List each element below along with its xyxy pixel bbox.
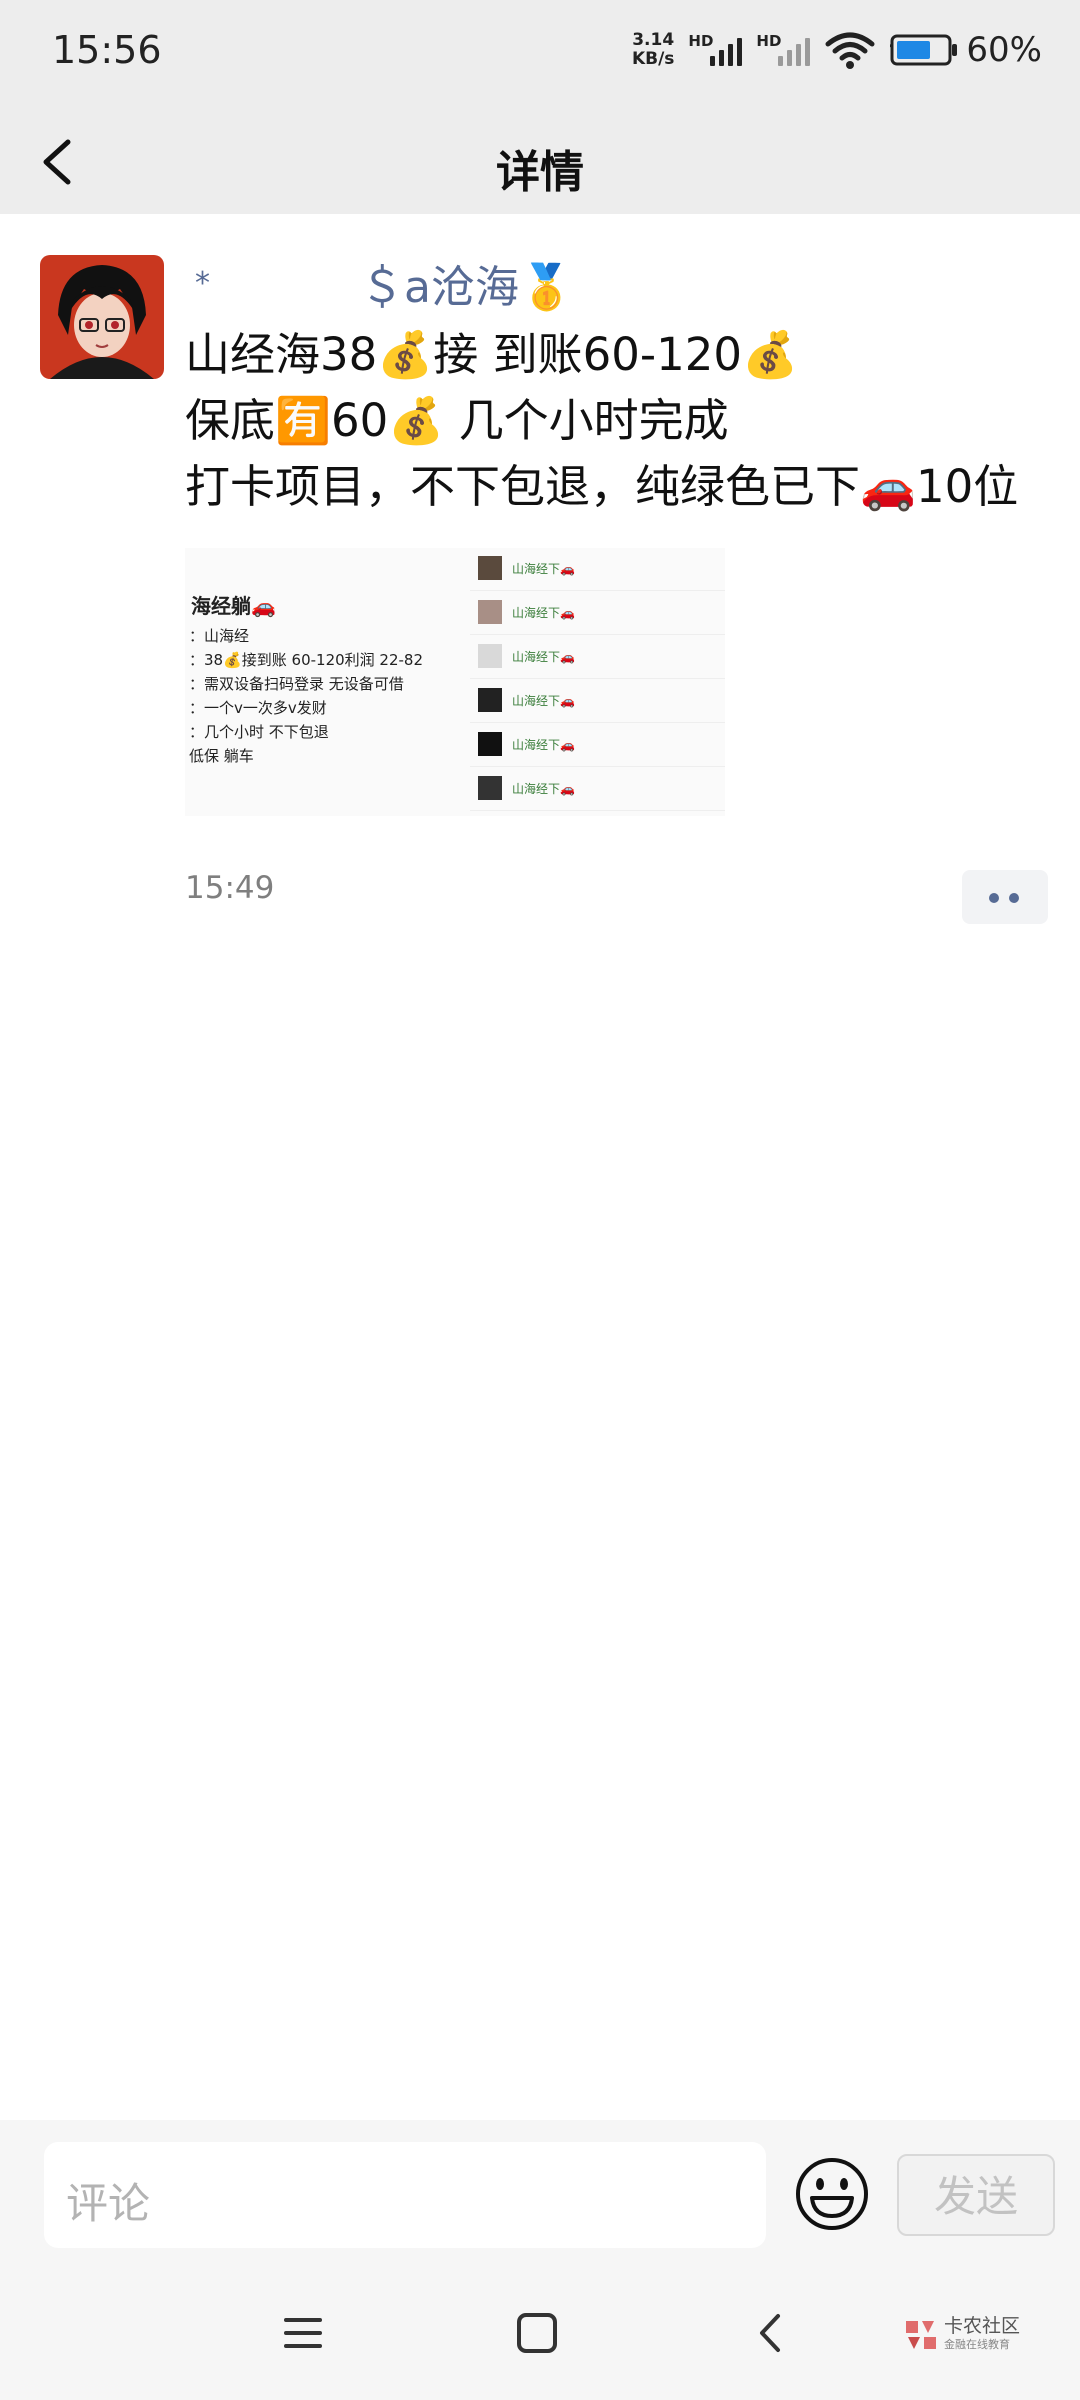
signal-1-icon: HD [688, 30, 743, 70]
image-row: ：38💰接到账 60-120利润 22-82 [189, 651, 424, 669]
image-text-panel: 海经躺🚗 ：山海经 ：38💰接到账 60-120利润 22-82 ：需双设备扫码… [185, 548, 455, 816]
menu-icon [284, 2318, 322, 2348]
more-dot-icon [989, 893, 999, 903]
chat-thumb [478, 732, 502, 756]
page-title: 详情 [496, 147, 584, 198]
chat-thumb [478, 688, 502, 712]
chat-thumb [478, 600, 502, 624]
network-speed-value: 3.14 [632, 30, 675, 50]
chat-label: 山海经下🚗 [512, 694, 575, 708]
post-image[interactable]: 海经躺🚗 ：山海经 ：38💰接到账 60-120利润 22-82 ：需双设备扫码… [185, 548, 725, 816]
send-button[interactable]: 发送 [897, 2154, 1055, 2236]
wifi-icon [825, 32, 875, 69]
watermark-text: 卡农社区 [944, 2315, 1021, 2337]
comment-input[interactable]: 评论 [44, 2142, 766, 2248]
watermark-logo-icon [906, 2321, 936, 2349]
more-dot-icon [1009, 893, 1019, 903]
status-bar: 15:56 3.14 KB/s HD HD 60% [0, 0, 1080, 110]
author-name[interactable]: * ＄a沧海🥇 [185, 255, 574, 313]
avatar[interactable] [40, 255, 164, 379]
image-rows: ：山海经 ：38💰接到账 60-120利润 22-82 ：需双设备扫码登录 无设… [189, 624, 423, 768]
image-title: 海经躺🚗 [191, 594, 276, 618]
post-line-1: 山经海38💰接 到账60-120💰 [185, 328, 799, 381]
anime-avatar-icon [40, 255, 164, 379]
post-line-2: 保底🈶60💰 几个小时完成 [185, 394, 729, 447]
chat-item: 山海经下🚗 [470, 682, 725, 723]
comment-placeholder: 评论 [66, 2179, 151, 2228]
post-time: 15:49 [185, 870, 275, 906]
image-chat-panel: 山海经下🚗 山海经下🚗 山海经下🚗 山海经下🚗 山海经下🚗 山海经下🚗 [470, 548, 725, 816]
network-speed-unit: KB/s [631, 49, 675, 69]
watermark: 卡农社区 金融在线教育 [902, 2315, 1020, 2353]
status-time: 15:56 [52, 28, 162, 72]
smiley-icon [796, 2158, 868, 2230]
chat-label: 山海经下🚗 [512, 606, 575, 620]
chat-item: 山海经下🚗 [470, 726, 725, 767]
image-row: ：需双设备扫码登录 无设备可借 [189, 675, 404, 693]
chat-label: 山海经下🚗 [512, 562, 575, 576]
chat-item: 山海经下🚗 [470, 638, 725, 679]
watermark-sub: 金融在线教育 [944, 2338, 1010, 2351]
emoji-button[interactable] [792, 2154, 872, 2234]
chat-label: 山海经下🚗 [512, 782, 575, 796]
battery-percent: 60% [966, 30, 1042, 70]
status-icons: 3.14 KB/s HD HD 60% [632, 30, 1042, 70]
home-button[interactable] [514, 2310, 560, 2360]
network-speed: 3.14 KB/s [632, 31, 674, 69]
chat-item: 山海经下🚗 [470, 770, 725, 811]
chat-thumb [478, 776, 502, 800]
battery-icon [890, 34, 958, 66]
post-line-3: 打卡项目，不下包退，纯绿色已下🚗10位 [185, 460, 1019, 513]
system-back-button[interactable] [748, 2310, 794, 2360]
image-row: ：几个小时 不下包退 [189, 723, 329, 741]
more-actions-button[interactable] [962, 870, 1048, 924]
image-row: ：山海经 [189, 627, 250, 645]
chat-label: 山海经下🚗 [512, 738, 575, 752]
image-row: 低保 躺车 [189, 747, 254, 765]
top-header: 详情 [0, 110, 1080, 214]
chat-thumb [478, 644, 502, 668]
chat-thumb [478, 556, 502, 580]
battery: 60% [890, 30, 1042, 70]
author-name-text: ＄a沧海🥇 [360, 262, 574, 313]
chat-item: 山海经下🚗 [470, 594, 725, 635]
square-home-icon [517, 2313, 557, 2353]
watermark-text-block: 卡农社区 金融在线教育 [944, 2316, 1020, 2352]
chat-label: 山海经下🚗 [512, 650, 575, 664]
back-triangle-icon [760, 2314, 780, 2352]
menu-button[interactable] [280, 2310, 326, 2360]
image-row: ：一个v一次多v发财 [189, 699, 327, 717]
signal-2-icon: HD [756, 30, 811, 70]
chat-item: 山海经下🚗 [470, 550, 725, 591]
post-text: 山经海38💰接 到账60-120💰 保底🈶60💰 几个小时完成 打卡项目，不下包… [185, 322, 1045, 520]
author-prefix: * [195, 265, 210, 301]
